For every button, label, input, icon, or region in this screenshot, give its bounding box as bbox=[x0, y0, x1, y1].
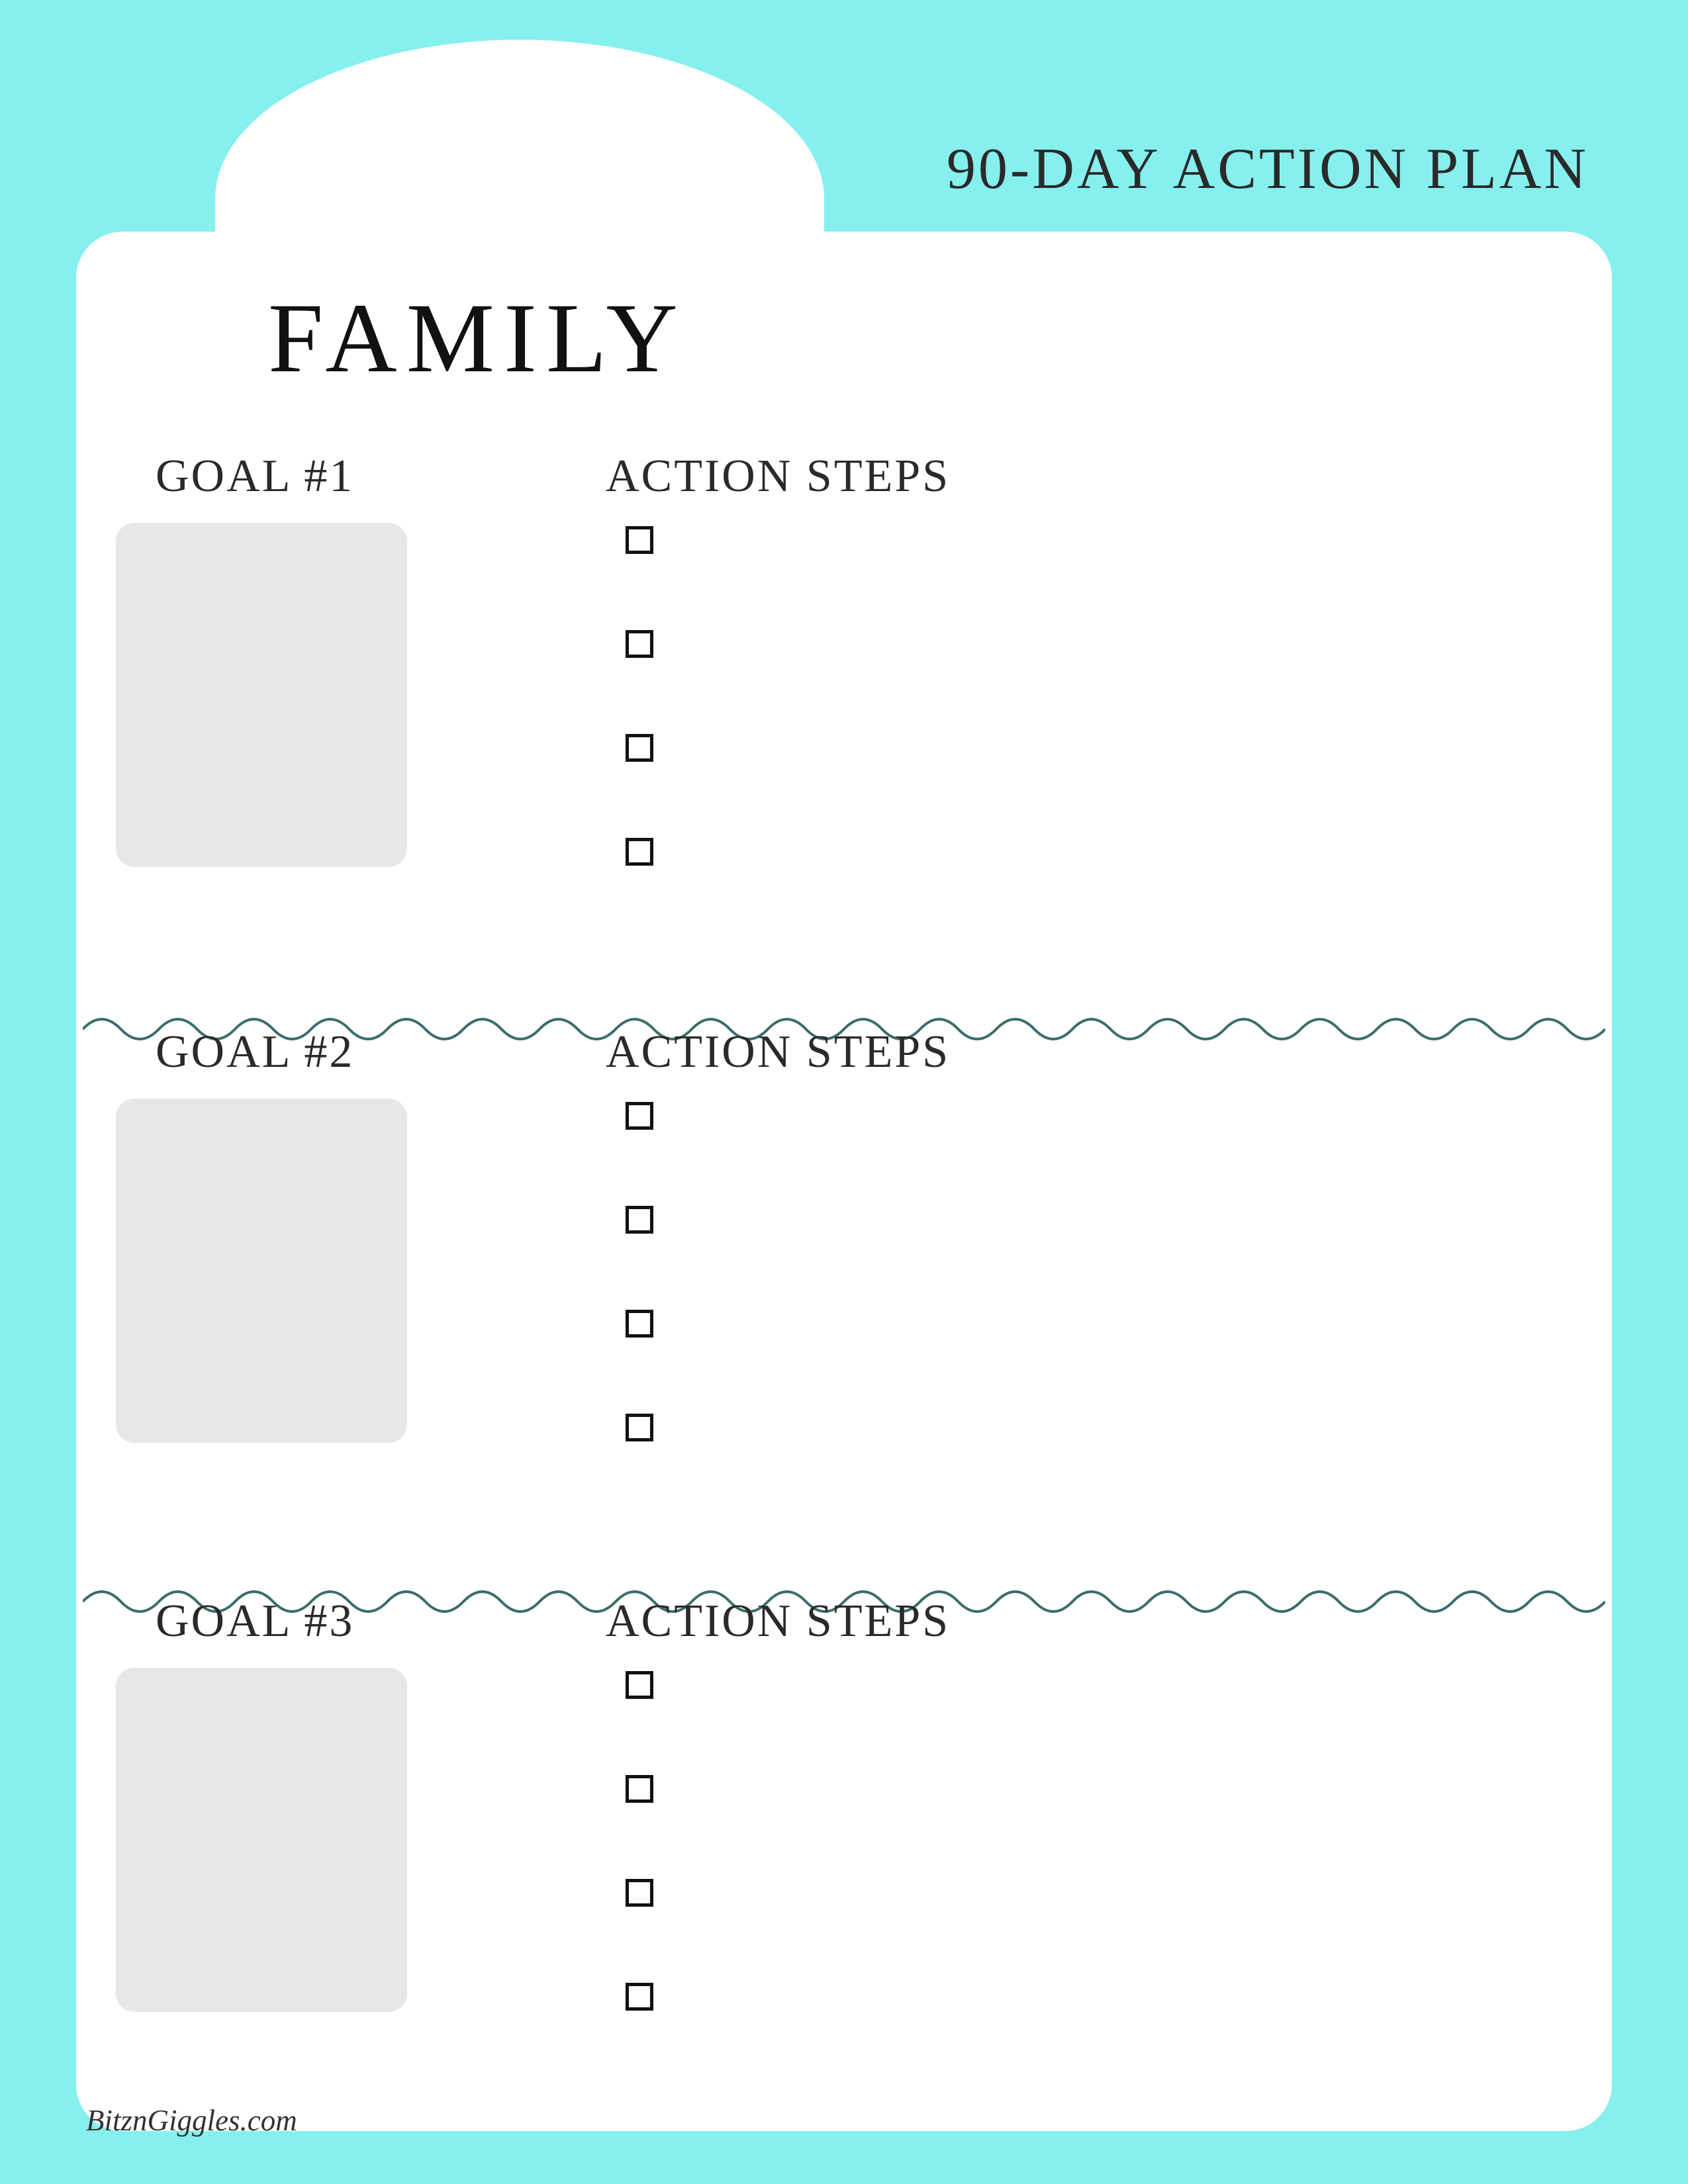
goal-input-area[interactable] bbox=[116, 1668, 407, 2012]
action-step-item bbox=[626, 1879, 653, 1907]
checkbox-icon[interactable] bbox=[626, 1102, 653, 1130]
action-steps-list bbox=[626, 1671, 653, 2087]
checkbox-icon[interactable] bbox=[626, 1983, 653, 2011]
goal-section-3: GOAL #3 ACTION STEPS bbox=[76, 1595, 1612, 2171]
action-step-item bbox=[626, 1983, 653, 2011]
action-step-item bbox=[626, 734, 653, 762]
checkbox-icon[interactable] bbox=[626, 1879, 653, 1907]
checkbox-icon[interactable] bbox=[626, 630, 653, 658]
goal-section-2: GOAL #2 ACTION STEPS bbox=[76, 1026, 1612, 1602]
action-steps-label: ACTION STEPS bbox=[606, 450, 950, 503]
goal-label: GOAL #2 bbox=[156, 1026, 354, 1079]
goal-section-1: GOAL #1 ACTION STEPS bbox=[76, 450, 1612, 1026]
action-steps-list bbox=[626, 1102, 653, 1518]
checkbox-icon[interactable] bbox=[626, 1414, 653, 1441]
goal-input-area[interactable] bbox=[116, 523, 407, 867]
page-title: 90-DAY ACTION PLAN bbox=[947, 136, 1589, 203]
footer-credit: BitznGiggles.com bbox=[86, 2103, 297, 2138]
action-step-item bbox=[626, 1102, 653, 1130]
goal-input-area[interactable] bbox=[116, 1099, 407, 1443]
action-steps-list bbox=[626, 526, 653, 942]
goal-label: GOAL #1 bbox=[156, 450, 354, 503]
action-step-item bbox=[626, 526, 653, 554]
checkbox-icon[interactable] bbox=[626, 1310, 653, 1338]
goal-label: GOAL #3 bbox=[156, 1595, 354, 1648]
plan-card: GOAL #1 ACTION STEPS GOAL #2 ACTION STEP… bbox=[76, 232, 1612, 2131]
checkbox-icon[interactable] bbox=[626, 1775, 653, 1803]
checkbox-icon[interactable] bbox=[626, 734, 653, 762]
category-title: FAMILY bbox=[268, 281, 687, 395]
action-step-item bbox=[626, 630, 653, 658]
checkbox-icon[interactable] bbox=[626, 526, 653, 554]
action-step-item bbox=[626, 1775, 653, 1803]
checkbox-icon[interactable] bbox=[626, 838, 653, 866]
action-step-item bbox=[626, 1310, 653, 1338]
checkbox-icon[interactable] bbox=[626, 1206, 653, 1234]
action-steps-label: ACTION STEPS bbox=[606, 1595, 950, 1648]
action-step-item bbox=[626, 838, 653, 866]
checkbox-icon[interactable] bbox=[626, 1671, 653, 1699]
action-step-item bbox=[626, 1414, 653, 1441]
action-steps-label: ACTION STEPS bbox=[606, 1026, 950, 1079]
action-step-item bbox=[626, 1206, 653, 1234]
action-step-item bbox=[626, 1671, 653, 1699]
